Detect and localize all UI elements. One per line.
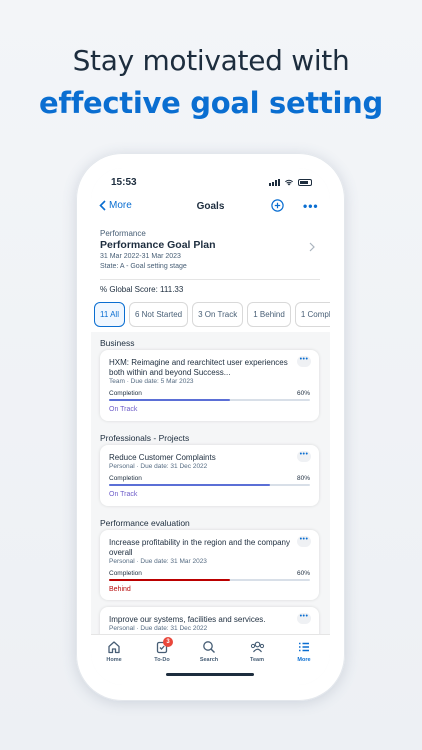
goal-subtitle: Personal · Due date: 31 Dec 2022 <box>109 463 208 470</box>
tab-todo[interactable]: 3 To-Do <box>142 637 182 663</box>
section-title-business: Business <box>100 338 135 348</box>
goal-subtitle: Personal · Due date: 31 Dec 2022 <box>109 625 208 632</box>
signal-icon <box>269 178 280 186</box>
tab-team[interactable]: Team <box>237 638 277 663</box>
tab-label: More <box>297 657 311 663</box>
tab-label: Team <box>250 657 264 663</box>
tab-more[interactable]: More <box>284 638 324 663</box>
goal-title: Increase profitability in the region and… <box>109 538 290 557</box>
goal-card[interactable]: HXM: Reimagine and rearchitect user expe… <box>100 350 319 421</box>
completion-label: Completion <box>109 570 142 577</box>
add-goal-button[interactable] <box>271 199 284 217</box>
card-menu-button[interactable]: ••• <box>297 356 311 367</box>
more-options-button[interactable]: ••• <box>303 199 319 213</box>
tab-home[interactable]: Home <box>94 638 134 663</box>
team-icon <box>250 641 264 652</box>
filter-behind[interactable]: 1 Behind <box>247 302 291 327</box>
card-menu-button[interactable]: ••• <box>297 536 311 547</box>
plan-title: Performance Goal Plan <box>100 239 216 251</box>
plan-state: State: A - Goal setting stage <box>100 263 187 270</box>
more-list-icon <box>299 642 309 651</box>
todo-badge: 3 <box>163 637 173 647</box>
goal-subtitle: Team · Due date: 5 Mar 2023 <box>109 378 194 385</box>
divider <box>100 279 320 280</box>
section-title-evaluation: Performance evaluation <box>100 518 190 528</box>
section-title-projects: Professionals - Projects <box>100 433 190 443</box>
phone-screen: 15:53 More Goals ••• Performance Perform… <box>91 168 330 685</box>
completion-label: Completion <box>109 475 142 482</box>
filter-not-started[interactable]: 6 Not Started <box>128 302 189 327</box>
goal-title: Reduce Customer Complaints <box>109 453 216 462</box>
global-score: % Global Score: 111.33 <box>100 285 184 294</box>
card-menu-button[interactable]: ••• <box>297 613 311 624</box>
page-title: Goals <box>196 201 225 212</box>
tab-bar: Home 3 To-Do Search Team More <box>91 634 330 685</box>
plan-dates: 31 Mar 2022-31 Mar 2023 <box>100 253 181 260</box>
search-icon <box>203 640 215 653</box>
status-icons <box>269 178 312 186</box>
filter-bar: 11 All 6 Not Started 3 On Track 1 Behind… <box>94 302 330 328</box>
add-circle-icon <box>271 199 284 212</box>
completion-percent: 60% <box>296 390 310 397</box>
chevron-right-icon <box>309 242 315 252</box>
wifi-icon <box>285 179 293 186</box>
headline-line-2: effective goal setting <box>39 86 383 120</box>
filter-completed[interactable]: 1 Compl <box>294 302 330 327</box>
tab-label: To-Do <box>154 657 170 663</box>
filter-on-track[interactable]: 3 On Track <box>192 302 244 327</box>
tab-label: Home <box>106 657 122 663</box>
completion-percent: 80% <box>296 475 310 482</box>
card-menu-button[interactable]: ••• <box>297 451 311 462</box>
filter-all[interactable]: 11 All <box>94 302 125 327</box>
nav-bar: More Goals ••• <box>91 194 330 220</box>
tab-search[interactable]: Search <box>189 638 229 663</box>
home-icon <box>108 640 120 653</box>
goal-status: On Track <box>109 406 138 413</box>
goal-title: HXM: Reimagine and rearchitect user expe… <box>109 358 288 377</box>
plan-category: Performance <box>100 229 146 238</box>
completion-bar <box>109 579 310 581</box>
completion-bar-fill <box>109 484 270 486</box>
home-indicator <box>166 673 254 676</box>
completion-bar-fill <box>109 399 230 401</box>
battery-icon <box>298 178 312 186</box>
status-time: 15:53 <box>111 177 137 188</box>
completion-bar <box>109 484 310 486</box>
goal-title: Improve our systems, facilities and serv… <box>109 615 266 624</box>
goal-status: Behind <box>109 586 131 593</box>
goal-subtitle: Personal · Due date: 31 Mar 2023 <box>109 558 207 565</box>
goal-card[interactable]: Reduce Customer Complaints ••• Personal … <box>100 445 319 506</box>
completion-bar-fill <box>109 579 230 581</box>
status-bar: 15:53 <box>91 168 330 194</box>
completion-bar <box>109 399 310 401</box>
goal-status: On Track <box>109 491 138 498</box>
tab-label: Search <box>199 657 219 663</box>
goal-card[interactable]: Increase profitability in the region and… <box>100 530 319 600</box>
headline-line-1: Stay motivated with <box>72 44 350 77</box>
completion-label: Completion <box>109 390 142 397</box>
completion-percent: 60% <box>296 570 310 577</box>
